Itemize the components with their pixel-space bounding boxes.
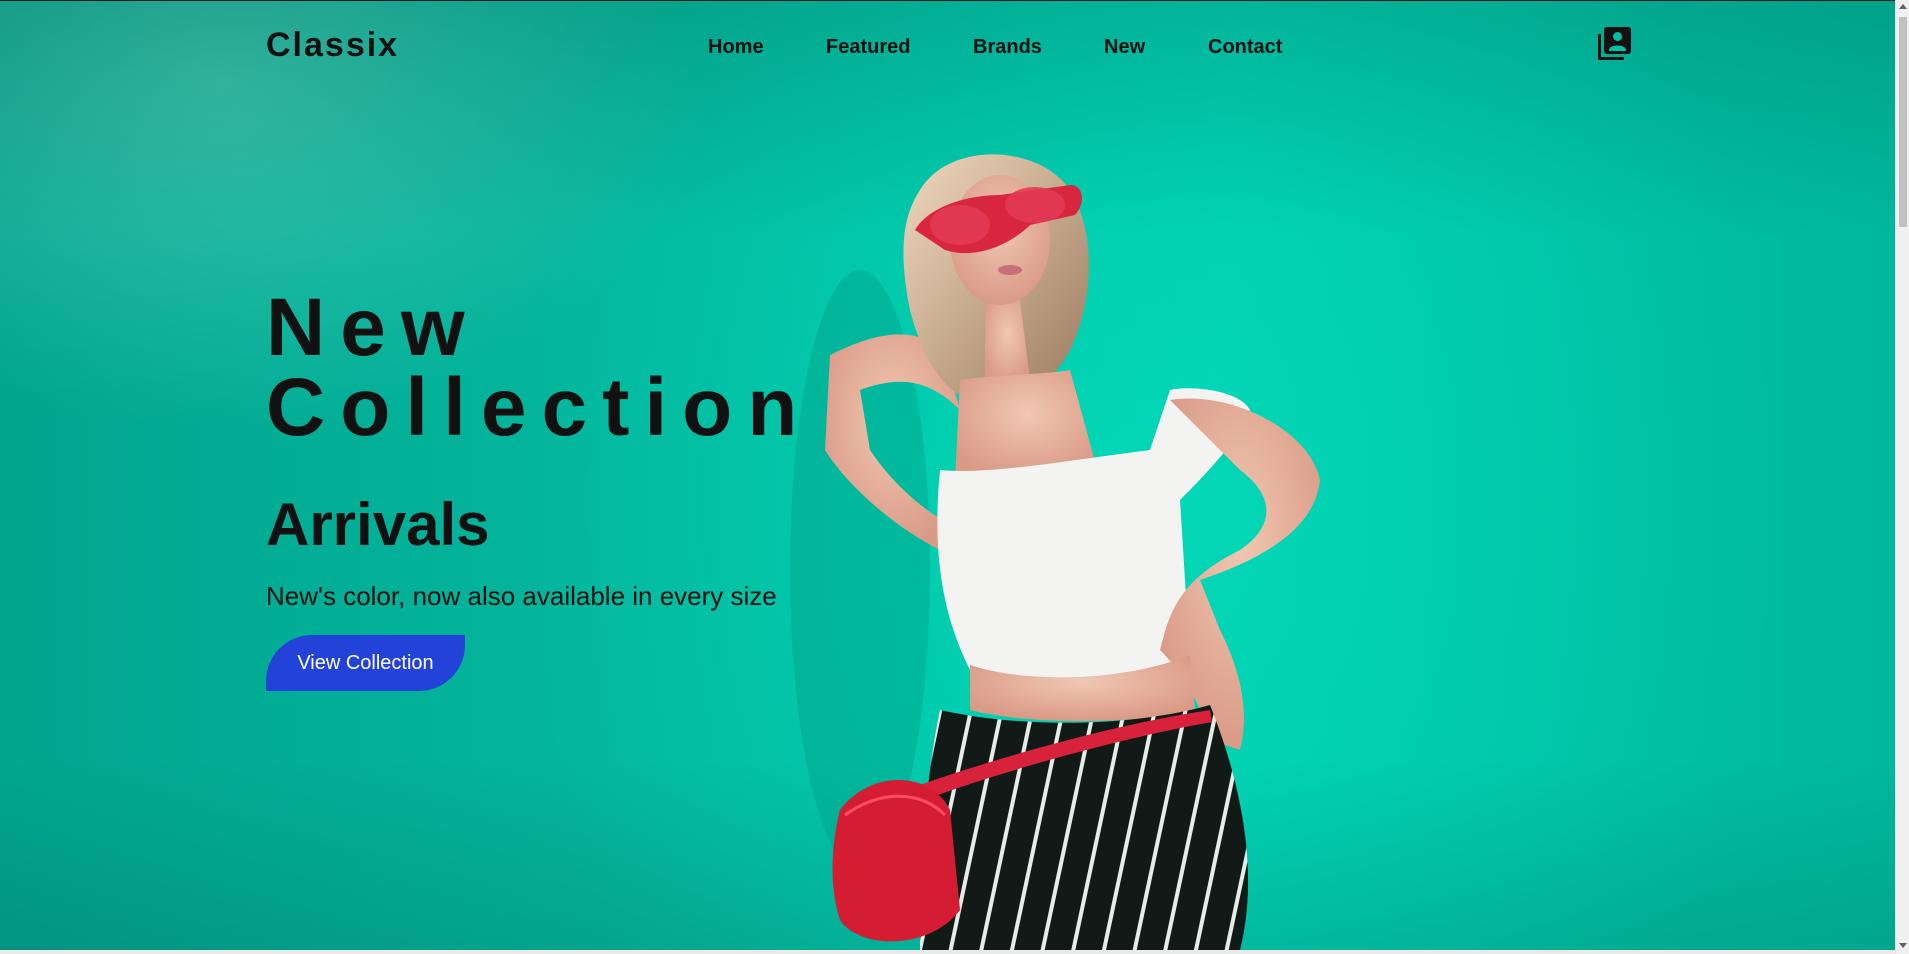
scroll-up-arrow-icon[interactable] [1899, 4, 1907, 9]
scroll-down-arrow-icon[interactable] [1899, 943, 1907, 948]
hero-title: New Collection [266, 287, 812, 449]
hero-description: New's color, now also available in every… [266, 581, 777, 611]
top-border [0, 0, 1895, 1]
nav-featured[interactable]: Featured [826, 36, 910, 59]
nav-brands[interactable]: Brands [973, 36, 1042, 59]
hero-title-line-1: New [266, 282, 480, 373]
bottom-strip [0, 950, 1895, 954]
hero-image [790, 154, 1320, 950]
view-collection-button[interactable]: View Collection [266, 635, 465, 691]
scrollbar-thumb[interactable] [1899, 17, 1907, 227]
hero-title-line-2: Collection [266, 362, 813, 453]
vertical-scrollbar[interactable] [1895, 0, 1909, 954]
nav-home[interactable]: Home [708, 36, 764, 59]
hero-section: Classix Home Featured Brands New Contact… [0, 0, 1895, 950]
nav-new[interactable]: New [1104, 36, 1145, 59]
account-box-icon[interactable] [1596, 26, 1632, 62]
nav-contact[interactable]: Contact [1208, 36, 1282, 59]
hero-subtitle: Arrivals [266, 491, 490, 558]
site-logo[interactable]: Classix [266, 26, 399, 65]
